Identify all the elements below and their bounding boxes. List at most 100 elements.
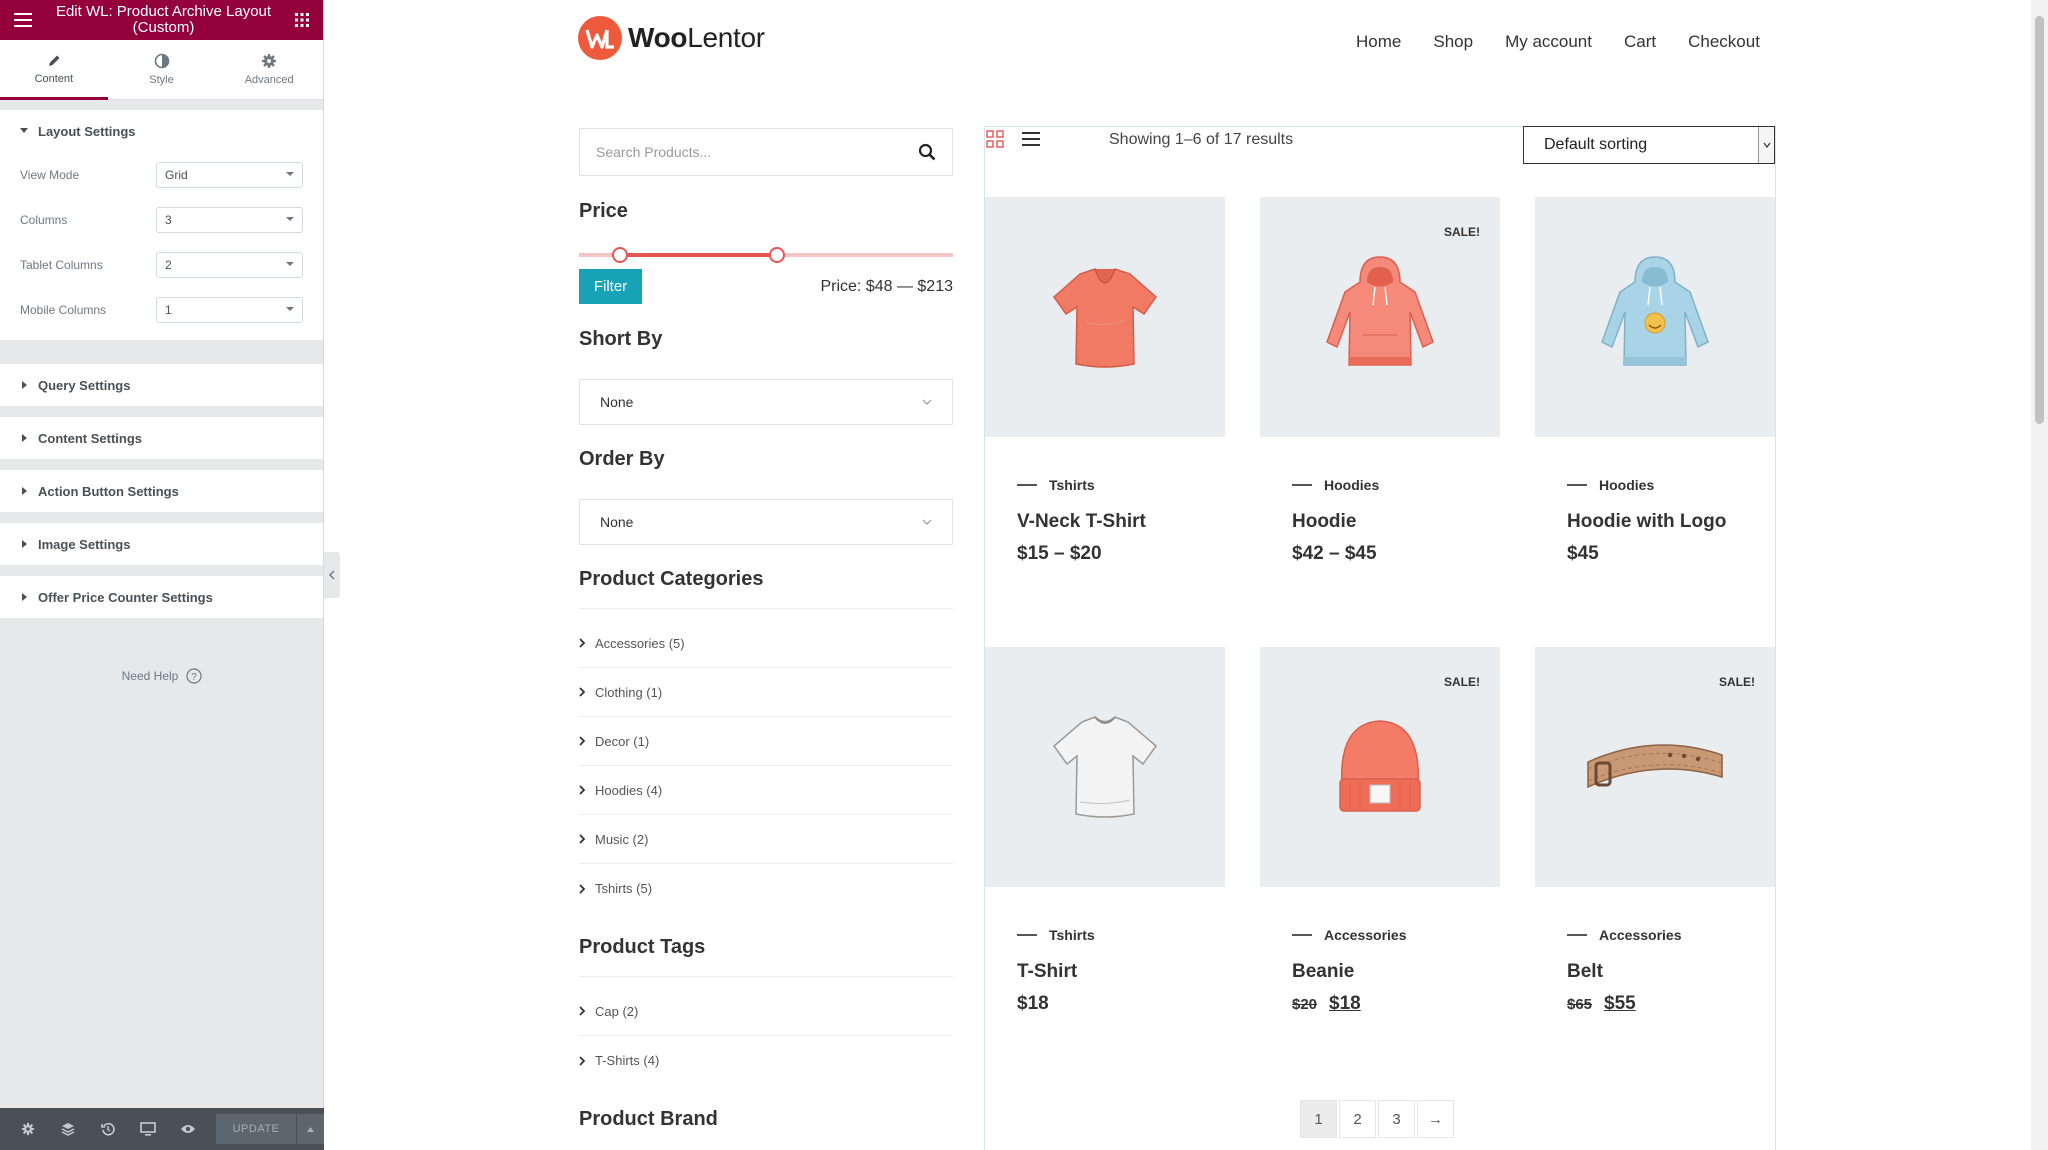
columns-select[interactable]: 3 [156, 206, 303, 233]
product-price: $20 $18 [1292, 993, 1361, 1015]
chevron-right-icon [579, 883, 585, 894]
product-category[interactable]: Tshirts [1017, 927, 1095, 943]
product-price: $65 $55 [1567, 993, 1636, 1015]
product-card[interactable]: Tshirts V-Neck T-Shirt $15 – $20 [985, 197, 1225, 617]
tablet-columns-control: Tablet Columns 2 [0, 242, 323, 287]
list-view-icon[interactable] [1022, 131, 1040, 147]
sale-price: $18 [1329, 993, 1361, 1014]
short-by-title: Short By [579, 328, 663, 350]
tag-item-tshirts[interactable]: T-Shirts (4) [579, 1036, 953, 1085]
content-settings-section[interactable]: Content Settings [0, 417, 323, 459]
navigator-layers-icon[interactable] [48, 1108, 88, 1150]
section-title: Offer Price Counter Settings [38, 589, 213, 605]
view-mode-select[interactable]: Grid [156, 161, 303, 188]
image-settings-section[interactable]: Image Settings [0, 523, 323, 565]
product-category[interactable]: Hoodies [1567, 477, 1654, 493]
tab-content[interactable]: Content [0, 40, 108, 100]
product-title[interactable]: Hoodie with Logo [1567, 511, 1726, 533]
product-category[interactable]: Accessories [1292, 927, 1407, 943]
site-logo[interactable]: WooLentor [578, 16, 765, 60]
product-title[interactable]: Hoodie [1292, 511, 1356, 533]
product-card[interactable]: Tshirts T-Shirt $18 [985, 647, 1225, 1067]
product-title[interactable]: T-Shirt [1017, 961, 1077, 983]
tablet-columns-select[interactable]: 2 [156, 251, 303, 278]
preview-eye-icon[interactable] [168, 1108, 208, 1150]
caret-down-icon [286, 217, 294, 222]
product-category[interactable]: Tshirts [1017, 477, 1095, 493]
search-input[interactable]: Search Products... [596, 144, 711, 160]
sorting-select[interactable]: Default sorting [1523, 126, 1775, 164]
search-icon[interactable] [918, 143, 936, 161]
nav-item-cart[interactable]: Cart [1624, 32, 1656, 52]
order-by-select[interactable]: None [579, 499, 953, 545]
product-card[interactable]: SALE! Hoodies Hoodie $42 – $45 [1260, 197, 1500, 617]
control-label: Tablet Columns [20, 257, 103, 272]
nav-item-checkout[interactable]: Checkout [1688, 32, 1760, 52]
caret-right-icon [22, 487, 28, 495]
page-link-2[interactable]: 2 [1339, 1100, 1376, 1138]
slider-min-handle[interactable] [612, 247, 629, 263]
product-card[interactable]: SALE! Accessories Belt $65 $55 [1535, 647, 1775, 1067]
short-by-select[interactable]: None [579, 379, 953, 425]
panel-collapse-handle[interactable] [324, 552, 340, 598]
product-title[interactable]: Belt [1567, 961, 1603, 983]
page-scrollbar[interactable] [2031, 0, 2048, 1150]
update-options-button[interactable] [296, 1114, 324, 1144]
tab-style[interactable]: Style [108, 40, 216, 99]
history-icon[interactable] [88, 1108, 128, 1150]
next-page-link[interactable]: → [1417, 1100, 1454, 1138]
tshirt-image[interactable] [985, 647, 1225, 887]
product-card[interactable]: Hoodies Hoodie with Logo $45 [1535, 197, 1775, 617]
category-item-music[interactable]: Music (2) [579, 815, 953, 864]
settings-icon[interactable] [8, 1108, 48, 1150]
widgets-grid-icon[interactable] [295, 13, 309, 27]
select-value: 2 [165, 257, 172, 272]
update-button[interactable]: UPDATE [216, 1114, 296, 1144]
nav-item-shop[interactable]: Shop [1433, 32, 1473, 52]
product-title[interactable]: Beanie [1292, 961, 1354, 983]
product-card[interactable]: SALE! Accessories Beanie $20 $18 [1260, 647, 1500, 1067]
scrollbar-thumb[interactable] [2035, 16, 2044, 424]
price-slider [579, 247, 953, 263]
product-category[interactable]: Accessories [1567, 927, 1682, 943]
editor-header: Edit WL: Product Archive Layout (Custom) [0, 0, 323, 40]
category-item-tshirts[interactable]: Tshirts (5) [579, 864, 953, 913]
hamburger-menu-icon[interactable] [14, 13, 32, 27]
category-label: Accessories (5) [595, 635, 685, 651]
product-title[interactable]: V-Neck T-Shirt [1017, 511, 1146, 533]
vneck-tshirt-image[interactable] [985, 197, 1225, 437]
category-item-clothing[interactable]: Clothing (1) [579, 668, 953, 717]
tab-advanced[interactable]: Advanced [215, 40, 323, 99]
mobile-columns-select[interactable]: 1 [156, 296, 303, 323]
query-settings-section[interactable]: Query Settings [0, 364, 323, 406]
tab-style-label: Style [149, 74, 174, 86]
hoodie-logo-image[interactable] [1535, 197, 1775, 437]
select-value: None [600, 394, 634, 410]
layout-settings-header[interactable]: Layout Settings [0, 110, 323, 152]
need-help-link[interactable]: Need Help ? [0, 668, 324, 684]
offer-price-counter-settings-section[interactable]: Offer Price Counter Settings [0, 576, 323, 618]
filter-button[interactable]: Filter [579, 269, 642, 304]
help-circle-icon: ? [186, 668, 202, 684]
nav-item-my-account[interactable]: My account [1505, 32, 1592, 52]
category-item-decor[interactable]: Decor (1) [579, 717, 953, 766]
slider-max-handle[interactable] [769, 247, 786, 263]
grid-view-icon[interactable] [986, 130, 1004, 148]
tag-label: Cap (2) [595, 1003, 639, 1019]
category-item-hoodies[interactable]: Hoodies (4) [579, 766, 953, 815]
category-label: Tshirts (5) [595, 881, 653, 896]
chevron-right-icon [579, 687, 585, 697]
category-item-accessories[interactable]: Accessories (5) [579, 619, 953, 668]
action-button-settings-section[interactable]: Action Button Settings [0, 470, 323, 512]
product-category[interactable]: Hoodies [1292, 477, 1379, 493]
order-by-title: Order By [579, 448, 665, 470]
page-link-1[interactable]: 1 [1300, 1100, 1337, 1138]
responsive-desktop-icon[interactable] [128, 1108, 168, 1150]
divider [579, 976, 953, 977]
nav-item-home[interactable]: Home [1356, 32, 1401, 52]
tag-item-cap[interactable]: Cap (2) [579, 987, 953, 1036]
tag-label: T-Shirts (4) [595, 1053, 660, 1068]
page-link-3[interactable]: 3 [1378, 1100, 1415, 1138]
product-search-field[interactable]: Search Products... [579, 128, 953, 176]
divider [579, 608, 953, 609]
